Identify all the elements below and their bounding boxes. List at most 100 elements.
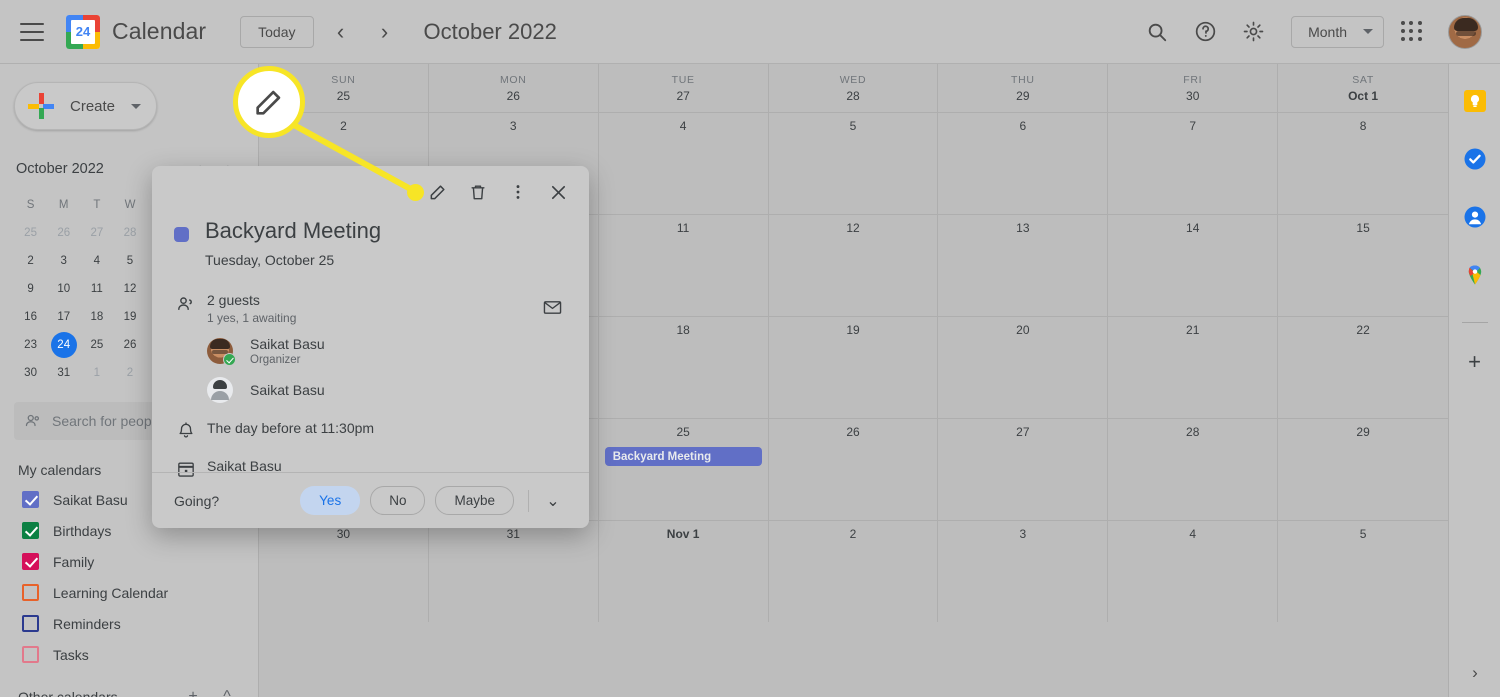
calendar-checkbox[interactable]: [22, 646, 39, 663]
day-cell[interactable]: 25 Backyard Meeting: [599, 419, 769, 520]
add-other-calendar-icon[interactable]: +: [180, 684, 206, 697]
day-cell[interactable]: 15: [1278, 215, 1448, 316]
day-cell[interactable]: 5: [1278, 521, 1448, 622]
day-number[interactable]: 19: [769, 323, 938, 337]
day-header-date[interactable]: 28: [846, 89, 859, 103]
delete-event-icon[interactable]: [461, 175, 495, 209]
day-cell[interactable]: 31: [429, 521, 599, 622]
day-cell[interactable]: 4: [599, 113, 769, 214]
rsvp-more-chevron-down-icon[interactable]: ⌄: [539, 487, 567, 515]
day-number[interactable]: 7: [1108, 119, 1277, 133]
day-number[interactable]: 14: [1108, 221, 1277, 235]
day-cell[interactable]: 3: [938, 521, 1109, 622]
mini-calendar-day[interactable]: 26: [47, 220, 80, 246]
day-cell[interactable]: 11: [599, 215, 769, 316]
create-button[interactable]: Create: [14, 82, 157, 130]
view-mode-selector[interactable]: Month: [1291, 15, 1384, 48]
mini-calendar-day[interactable]: 23: [14, 332, 47, 358]
day-number[interactable]: 4: [599, 119, 768, 133]
event-chip[interactable]: Backyard Meeting: [604, 447, 762, 466]
calendar-checkbox[interactable]: [22, 522, 39, 539]
day-number[interactable]: 15: [1278, 221, 1448, 235]
email-guests-icon[interactable]: [537, 292, 567, 322]
day-number[interactable]: 28: [1108, 425, 1277, 439]
day-cell[interactable]: 28: [1108, 419, 1279, 520]
mini-calendar-day[interactable]: 11: [80, 276, 113, 302]
mini-calendar-day[interactable]: 9: [14, 276, 47, 302]
user-avatar[interactable]: [1448, 14, 1482, 49]
help-icon[interactable]: [1185, 12, 1225, 52]
day-number[interactable]: 5: [1278, 527, 1448, 541]
day-number[interactable]: 4: [1108, 527, 1277, 541]
day-number[interactable]: 20: [938, 323, 1107, 337]
day-number[interactable]: 11: [599, 221, 768, 235]
more-options-icon[interactable]: [501, 175, 535, 209]
mini-calendar-day[interactable]: 10: [47, 276, 80, 302]
tasks-icon[interactable]: [1462, 146, 1488, 172]
day-header-date[interactable]: 29: [1016, 89, 1029, 103]
keep-icon[interactable]: [1462, 88, 1488, 114]
mini-calendar-day[interactable]: 4: [80, 248, 113, 274]
mini-calendar-day[interactable]: 2: [113, 360, 146, 386]
day-number[interactable]: 3: [938, 527, 1107, 541]
calendar-checkbox[interactable]: [22, 615, 39, 632]
mini-calendar-day[interactable]: 30: [14, 360, 47, 386]
calendar-checkbox[interactable]: [22, 491, 39, 508]
mini-calendar-day[interactable]: 12: [113, 276, 146, 302]
day-cell[interactable]: 21: [1108, 317, 1279, 418]
mini-calendar-day[interactable]: 18: [80, 304, 113, 330]
mini-calendar-day[interactable]: 27: [80, 220, 113, 246]
day-number[interactable]: 3: [429, 119, 598, 133]
mini-calendar-day[interactable]: 25: [80, 332, 113, 358]
day-cell[interactable]: 5: [769, 113, 939, 214]
day-number[interactable]: 12: [769, 221, 938, 235]
day-header-cell[interactable]: THU 29: [938, 64, 1109, 112]
rsvp-button-no[interactable]: No: [370, 486, 426, 515]
today-button[interactable]: Today: [240, 15, 314, 48]
calendar-list-item[interactable]: Learning Calendar: [0, 577, 258, 608]
calendar-list-item[interactable]: Reminders: [0, 608, 258, 639]
day-header-cell[interactable]: WED 28: [769, 64, 939, 112]
day-number[interactable]: 26: [769, 425, 938, 439]
day-number[interactable]: 6: [938, 119, 1107, 133]
day-number[interactable]: 22: [1278, 323, 1448, 337]
mini-calendar-day[interactable]: 2: [14, 248, 47, 274]
mini-calendar-day[interactable]: 24: [47, 332, 80, 358]
day-header-date[interactable]: 30: [1186, 89, 1199, 103]
day-number[interactable]: 27: [938, 425, 1107, 439]
day-cell[interactable]: 13: [938, 215, 1109, 316]
mini-calendar-day[interactable]: 25: [14, 220, 47, 246]
previous-month-icon[interactable]: ‹: [324, 15, 358, 49]
contacts-icon[interactable]: [1462, 204, 1488, 230]
day-cell[interactable]: 29: [1278, 419, 1448, 520]
day-cell[interactable]: 8: [1278, 113, 1448, 214]
day-cell[interactable]: 4: [1108, 521, 1279, 622]
day-number[interactable]: 31: [429, 527, 598, 541]
day-cell[interactable]: 30: [259, 521, 429, 622]
day-cell[interactable]: 7: [1108, 113, 1279, 214]
day-header-cell[interactable]: SAT Oct 1: [1278, 64, 1448, 112]
day-cell[interactable]: Nov 1: [599, 521, 769, 622]
next-month-icon[interactable]: ›: [368, 15, 402, 49]
day-number[interactable]: 5: [769, 119, 938, 133]
mini-calendar-day[interactable]: 1: [80, 360, 113, 386]
day-header-date[interactable]: 26: [507, 89, 520, 103]
edit-event-icon[interactable]: [421, 175, 455, 209]
mini-calendar-day[interactable]: 31: [47, 360, 80, 386]
day-cell[interactable]: 6: [938, 113, 1109, 214]
day-number[interactable]: Nov 1: [599, 527, 768, 541]
day-cell[interactable]: 20: [938, 317, 1109, 418]
day-number[interactable]: 13: [938, 221, 1107, 235]
settings-gear-icon[interactable]: [1233, 12, 1273, 52]
day-number[interactable]: 25: [599, 425, 768, 439]
day-number[interactable]: 2: [769, 527, 938, 541]
rsvp-button-maybe[interactable]: Maybe: [435, 486, 514, 515]
add-app-plus-icon[interactable]: +: [1468, 349, 1481, 375]
mini-calendar-day[interactable]: 17: [47, 304, 80, 330]
calendar-list-item[interactable]: Tasks: [0, 639, 258, 670]
calendar-checkbox[interactable]: [22, 584, 39, 601]
google-apps-icon[interactable]: [1392, 12, 1432, 52]
mini-calendar-day[interactable]: 16: [14, 304, 47, 330]
day-header-cell[interactable]: TUE 27: [599, 64, 769, 112]
calendar-checkbox[interactable]: [22, 553, 39, 570]
